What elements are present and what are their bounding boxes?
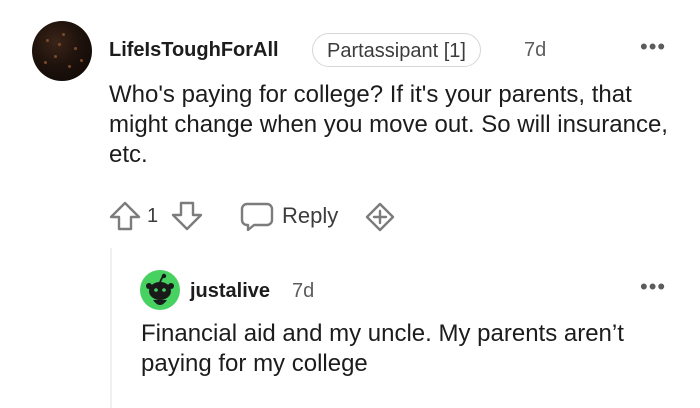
- downvote-arrow-icon[interactable]: [171, 201, 203, 231]
- thread-line[interactable]: [110, 248, 112, 408]
- vote-score: 1: [147, 205, 159, 227]
- comment-timestamp: 7d: [524, 39, 547, 61]
- snoo-avatar-icon[interactable]: [140, 270, 180, 315]
- reply-username[interactable]: justalive: [190, 279, 270, 303]
- award-plus-icon[interactable]: [364, 202, 396, 232]
- speech-bubble-icon[interactable]: [240, 201, 274, 231]
- comment-body: Who's paying for college? If it's your p…: [109, 81, 668, 168]
- more-options-icon[interactable]: •••: [640, 276, 666, 298]
- avatar[interactable]: [32, 21, 92, 81]
- comment-username[interactable]: LifeIsToughForAll: [109, 38, 279, 62]
- user-flair-badge: Partassipant [1]: [312, 33, 481, 67]
- more-options-icon[interactable]: •••: [640, 36, 666, 58]
- reply-button[interactable]: Reply: [282, 203, 338, 229]
- upvote-arrow-icon[interactable]: [109, 201, 141, 231]
- reply-body: Financial aid and my uncle. My parents a…: [141, 320, 624, 377]
- reply-timestamp: 7d: [292, 280, 315, 302]
